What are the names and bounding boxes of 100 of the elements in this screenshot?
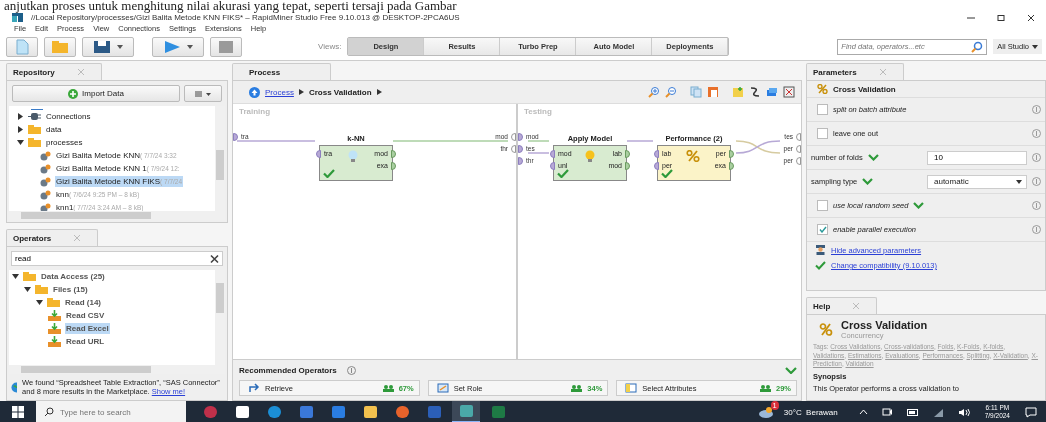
stop-button[interactable]: [210, 36, 242, 57]
connect-icon[interactable]: [749, 86, 761, 98]
number-of-folds-field[interactable]: 10: [927, 150, 1027, 165]
expand-arrow-icon[interactable]: [17, 113, 24, 120]
start-icon[interactable]: [12, 406, 24, 418]
floppy-icon: [93, 39, 111, 54]
percent-icon: [817, 84, 828, 94]
window-title: //Local Repository/processes/Gizi Balita Metode KNN FIKS* – RapidMiner Studio Free 9.10.013 @ DESKTOP-2PCA6US: [31, 13, 460, 22]
checkbox[interactable]: [817, 128, 828, 139]
import-data-button[interactable]: Import Data: [12, 85, 180, 102]
collapse-arrow-icon[interactable]: [24, 286, 31, 293]
chevron-up-icon[interactable]: [858, 409, 868, 415]
panel-tab[interactable]: Process: [232, 63, 331, 80]
check-icon: [323, 169, 335, 178]
weather-text[interactable]: 30°C Berawan: [783, 407, 838, 417]
zoom-out-icon[interactable]: [665, 86, 677, 98]
weather-icon: [757, 406, 774, 418]
info-icon[interactable]: [1032, 201, 1041, 210]
collapse-arrow-icon[interactable]: [17, 139, 24, 146]
folder-icon: [35, 285, 48, 294]
copy-icon[interactable]: [690, 86, 702, 98]
connection-line: [626, 140, 654, 142]
meet-icon[interactable]: [881, 407, 893, 417]
save-button[interactable]: [82, 36, 134, 57]
panel-tab[interactable]: Repository: [6, 63, 102, 80]
battery-icon[interactable]: [906, 408, 919, 416]
folder-icon: [23, 272, 36, 281]
help-title: Cross Validation: [841, 319, 928, 331]
import-icon: [48, 323, 61, 334]
note-icon[interactable]: [732, 86, 744, 98]
check-icon: [815, 261, 826, 270]
tree-item[interactable]: Connections: [45, 111, 92, 122]
tree-item[interactable]: Read (14): [64, 297, 102, 308]
app-icon: [202, 405, 218, 419]
file-icon: [15, 38, 29, 55]
checkbox[interactable]: [817, 104, 828, 115]
app-icon: [234, 405, 250, 419]
breadcrumb-item[interactable]: Cross Validation: [308, 87, 372, 97]
info-icon[interactable]: [346, 365, 356, 375]
tree-item[interactable]: processes: [45, 137, 84, 148]
app-icon: [426, 405, 442, 419]
port[interactable]: [233, 132, 238, 141]
run-button[interactable]: [152, 36, 204, 57]
wifi-icon[interactable]: [932, 407, 944, 417]
panel-tab[interactable]: Help: [806, 297, 878, 314]
info-icon[interactable]: [1032, 225, 1041, 234]
tree-item[interactable]: Read Excel: [65, 323, 110, 334]
operator-name: Cross Validation: [833, 84, 896, 94]
panel-tab[interactable]: Parameters: [806, 63, 904, 80]
breadcrumb-link[interactable]: Process: [265, 87, 294, 97]
percent-icon: [686, 150, 701, 162]
collapse-arrow-icon[interactable]: [36, 299, 43, 306]
subprocess-title: Testing: [524, 107, 552, 116]
users-icon: [382, 384, 394, 392]
search-field[interactable]: read: [11, 251, 223, 266]
tree-item[interactable]: data: [45, 124, 63, 135]
folder-icon: [51, 39, 69, 54]
play-icon: [163, 39, 181, 54]
tree-item[interactable]: Data Access (25): [40, 271, 106, 282]
app-icon: [266, 405, 282, 419]
document-text: anjutkan proses untuk menghitung nilai akurasi yang tepat, seperti tersaji pada Gambar: [3, 0, 458, 12]
caret-icon[interactable]: [117, 44, 123, 49]
new-file-button[interactable]: [6, 36, 38, 57]
app-icon: [330, 405, 346, 419]
panel-tab[interactable]: Operators: [6, 229, 99, 246]
tree-item[interactable]: Read CSV: [65, 310, 106, 321]
users-icon: [571, 384, 583, 392]
checkbox[interactable]: [817, 224, 828, 235]
import-icon: [48, 336, 61, 347]
clear-icon[interactable]: [210, 254, 219, 263]
section-title: Recommended Operators: [239, 365, 337, 375]
up-icon[interactable]: [249, 86, 260, 98]
info-icon[interactable]: [1032, 153, 1041, 162]
info-icon[interactable]: [1032, 177, 1041, 186]
layers-icon[interactable]: [766, 86, 778, 98]
edit-table-icon: [436, 383, 449, 393]
tree-item[interactable]: Files (15): [52, 284, 89, 295]
notification-icon[interactable]: [1025, 406, 1037, 418]
expand-arrow-icon[interactable]: [17, 126, 24, 133]
sampling-type-dropdown[interactable]: automatic: [927, 174, 1027, 189]
collapse-arrow-icon[interactable]: [12, 273, 19, 280]
zoom-in-icon[interactable]: [648, 86, 660, 98]
checkbox[interactable]: [817, 200, 828, 211]
restore-icon[interactable]: [996, 13, 1006, 22]
chevron-down-icon[interactable]: [785, 366, 797, 374]
search-field[interactable]: Type here to search: [36, 401, 186, 422]
app-icon: [362, 405, 378, 419]
tree-item[interactable]: Read URL: [65, 336, 106, 347]
paste-icon[interactable]: [707, 86, 719, 98]
info-icon[interactable]: [1032, 129, 1041, 138]
speaker-icon[interactable]: [957, 407, 970, 417]
subprocess-title: Training: [239, 107, 271, 116]
port[interactable]: [316, 149, 321, 158]
app-icon: [394, 405, 410, 419]
close-icon[interactable]: [1026, 13, 1036, 22]
info-icon[interactable]: [1032, 105, 1041, 114]
open-folder-button[interactable]: [44, 36, 76, 57]
caret-icon[interactable]: [187, 44, 193, 49]
menu-button[interactable]: [184, 85, 222, 102]
fit-icon[interactable]: [783, 86, 795, 98]
